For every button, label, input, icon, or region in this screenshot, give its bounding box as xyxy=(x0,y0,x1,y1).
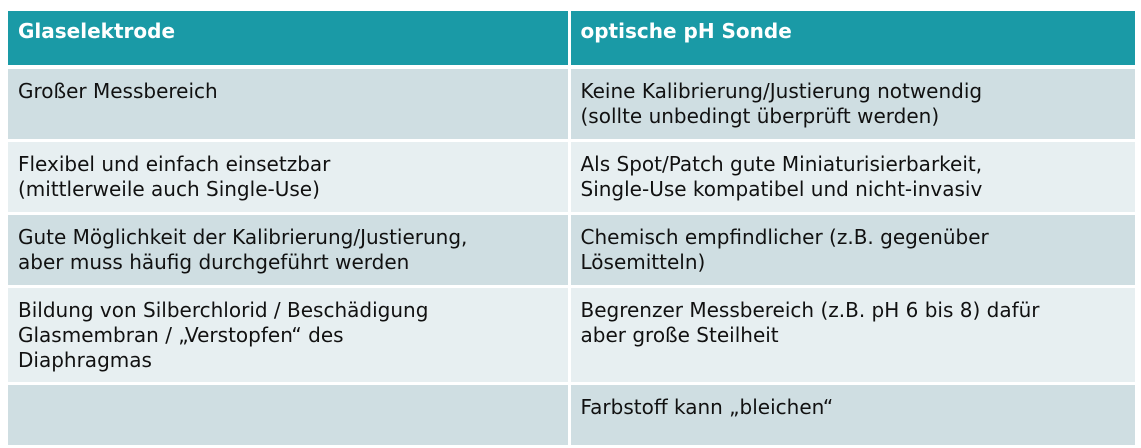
table-cell: Keine Kalibrierung/Justierung notwendig … xyxy=(569,67,1135,142)
comparison-table: Glaselektrode optische pH Sonde Großer M… xyxy=(8,11,1135,448)
table-cell: Großer Messbereich xyxy=(8,67,571,142)
table-row: Bildung von Silberchlorid / Beschädigung… xyxy=(8,286,1135,385)
table-row: Farbstoff kann „bleichen“ xyxy=(8,383,1135,448)
header-glaselektrode: Glaselektrode xyxy=(8,11,571,69)
comparison-table-container: Glaselektrode optische pH Sonde Großer M… xyxy=(8,11,1135,448)
table-row: Flexibel und einfach einsetzbar (mittler… xyxy=(8,140,1135,215)
header-optische-ph-sonde: optische pH Sonde xyxy=(569,11,1135,69)
table-cell: Bildung von Silberchlorid / Beschädigung… xyxy=(8,286,571,385)
table-header-row: Glaselektrode optische pH Sonde xyxy=(8,11,1135,69)
table-cell: Gute Möglichkeit der Kalibrierung/Justie… xyxy=(8,213,571,288)
table-cell: Begrenzer Messbereich (z.B. pH 6 bis 8) … xyxy=(569,286,1135,385)
table-cell: Farbstoff kann „bleichen“ xyxy=(569,383,1135,448)
table-cell-empty xyxy=(8,383,571,448)
table-cell: Chemisch empfindlicher (z.B. gegenüber L… xyxy=(569,213,1135,288)
table-cell: Flexibel und einfach einsetzbar (mittler… xyxy=(8,140,571,215)
table-row: Großer Messbereich Keine Kalibrierung/Ju… xyxy=(8,67,1135,142)
table-cell: Als Spot/Patch gute Miniaturisierbarkeit… xyxy=(569,140,1135,215)
table-row: Gute Möglichkeit der Kalibrierung/Justie… xyxy=(8,213,1135,288)
